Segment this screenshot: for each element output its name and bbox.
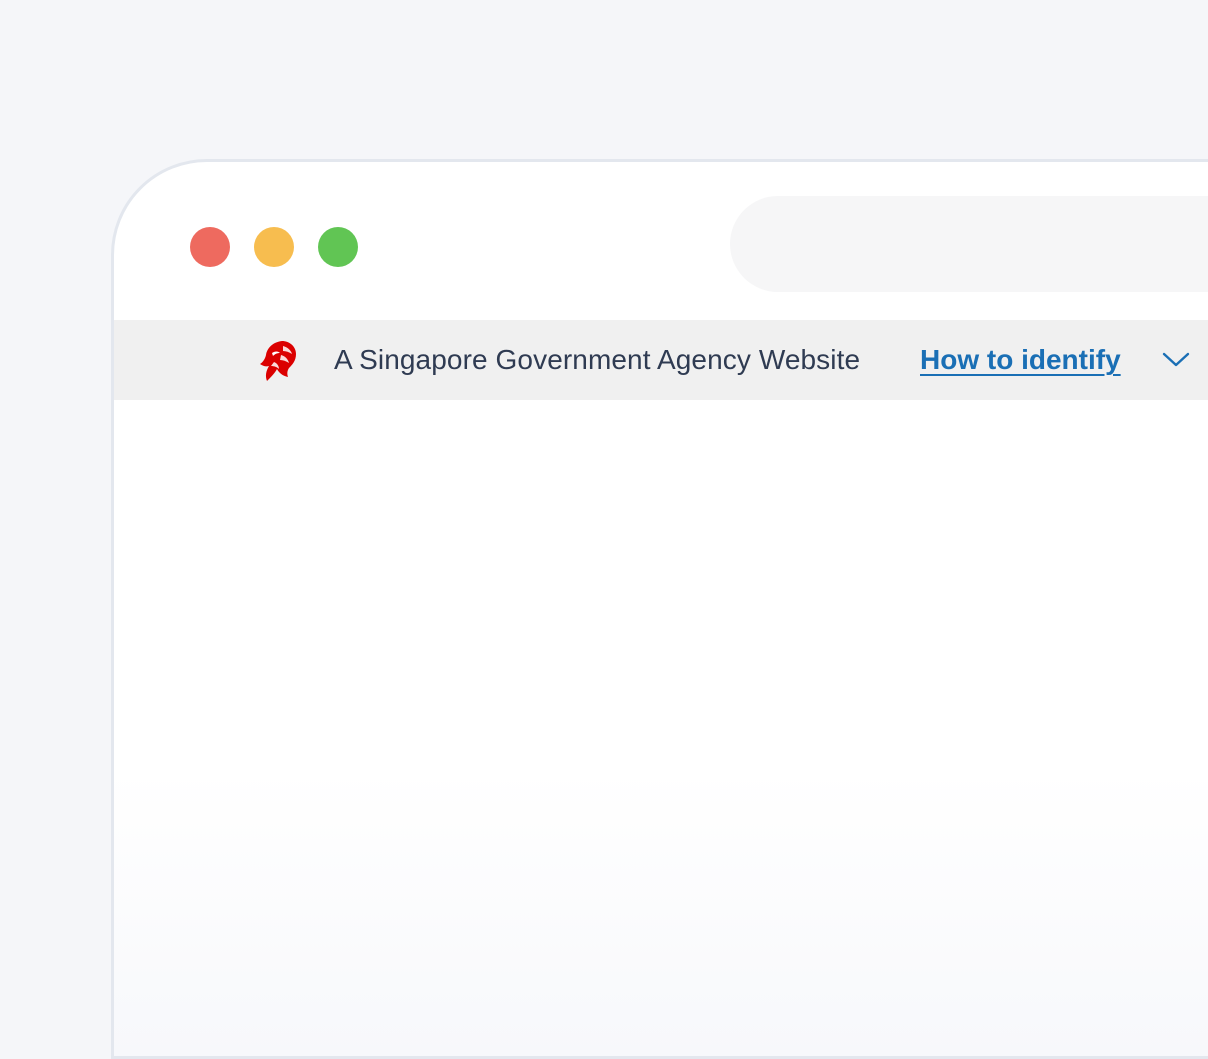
chevron-down-icon[interactable] [1162, 348, 1190, 370]
address-bar[interactable] [730, 196, 1208, 292]
maximize-window-button[interactable] [318, 227, 358, 267]
government-agency-notice: A Singapore Government Agency Website [334, 344, 861, 375]
government-masthead-banner: A Singapore Government Agency Website Ho… [114, 320, 1208, 400]
minimize-window-button[interactable] [254, 227, 294, 267]
browser-window: A Singapore Government Agency Website Ho… [111, 159, 1208, 1059]
how-to-identify-link[interactable]: How to identify [920, 320, 1121, 400]
lion-head-icon [260, 341, 296, 381]
close-window-button[interactable] [190, 227, 230, 267]
